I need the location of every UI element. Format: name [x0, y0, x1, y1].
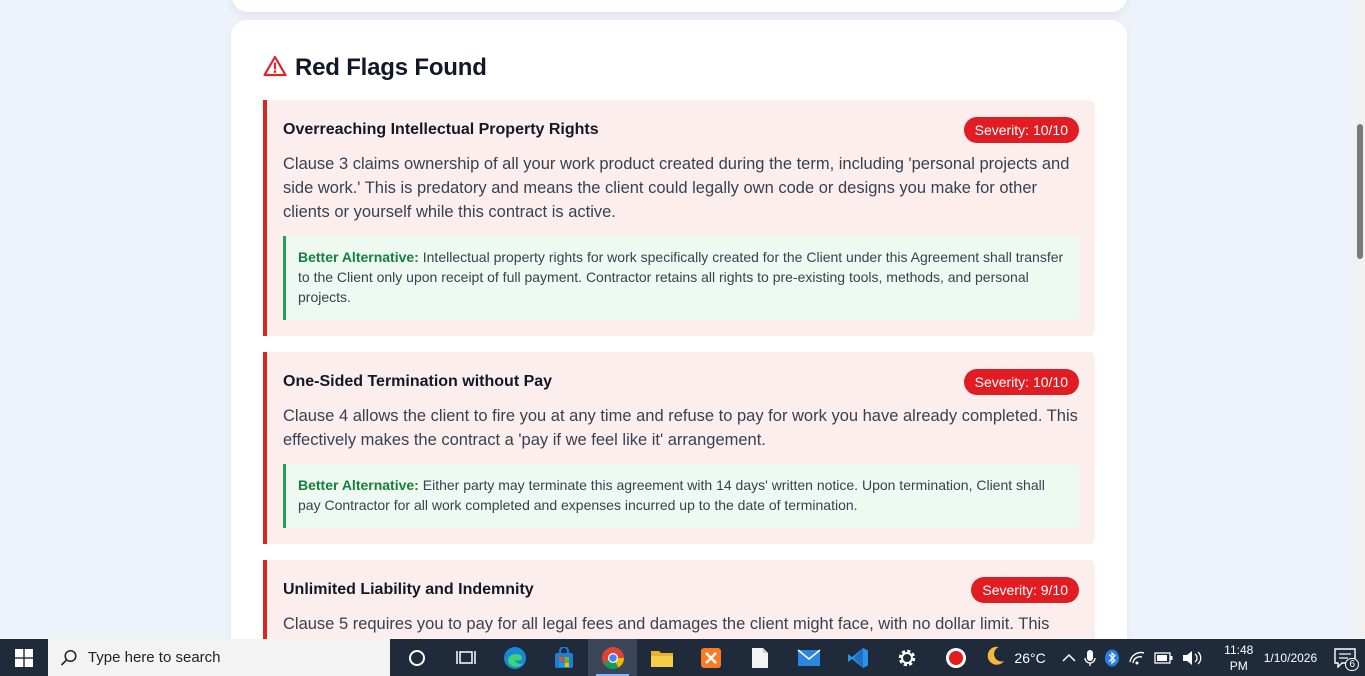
file-explorer-icon[interactable]: [637, 639, 686, 676]
flag-title: One-Sided Termination without Pay: [283, 373, 553, 390]
flag-title: Overreaching Intellectual Property Right…: [283, 121, 599, 138]
notification-count: 6: [1345, 658, 1359, 671]
better-alternative-box: Better Alternative: Either party may ter…: [283, 464, 1079, 528]
search-placeholder: Type here to search: [87, 649, 221, 666]
vertical-scrollbar[interactable]: [1355, 0, 1365, 639]
recorder-icon[interactable]: [931, 639, 980, 676]
weather-temperature: 26°C: [1014, 649, 1046, 666]
notification-center-button[interactable]: 6: [1325, 639, 1365, 676]
xampp-icon[interactable]: [686, 639, 735, 676]
browser-viewport: Red Flags Found Overreaching Intellectua…: [0, 0, 1355, 639]
flag-description: Clause 4 allows the client to fire you a…: [283, 407, 1078, 449]
moon-icon: [984, 645, 1006, 670]
red-flag-item: Unlimited Liability and Indemnity Severi…: [263, 560, 1095, 639]
taskbar-search[interactable]: Type here to search: [47, 639, 391, 676]
mail-icon[interactable]: [784, 639, 833, 676]
better-alternative-label: Better Alternative:: [298, 249, 419, 265]
chevron-up-icon[interactable]: [1058, 639, 1080, 676]
volume-icon[interactable]: [1178, 639, 1206, 676]
better-alternative-label: Better Alternative:: [298, 477, 419, 493]
previous-card: [232, 0, 1127, 12]
section-header: Red Flags Found: [263, 53, 487, 83]
warning-triangle-icon: [263, 55, 287, 82]
severity-badge: Severity: 9/10: [971, 577, 1079, 603]
severity-badge: Severity: 10/10: [963, 369, 1079, 395]
system-tray: 26°C 11:48 PM 1/10/2026 6: [980, 639, 1365, 676]
settings-icon[interactable]: [882, 639, 931, 676]
red-flag-item: Overreaching Intellectual Property Right…: [263, 100, 1095, 336]
search-icon: [60, 649, 77, 666]
red-flags-card: Red Flags Found Overreaching Intellectua…: [231, 20, 1127, 639]
network-icon[interactable]: [1124, 639, 1150, 676]
red-flag-item: One-Sided Termination without Pay Severi…: [263, 352, 1095, 544]
flag-description: Clause 5 requires you to pay for all leg…: [283, 615, 1050, 633]
clock[interactable]: 11:48 PM 1/10/2026: [1206, 639, 1325, 676]
microphone-icon[interactable]: [1080, 639, 1100, 676]
vscode-icon[interactable]: [833, 639, 882, 676]
taskbar: Type here to search 26°C 11:48 PM 1/10/2…: [0, 639, 1365, 676]
clock-date: 1/10/2026: [1263, 650, 1318, 665]
clock-time: 11:48 PM: [1224, 642, 1254, 673]
scrollbar-thumb[interactable]: [1357, 124, 1363, 259]
task-view-icon[interactable]: [441, 639, 490, 676]
start-button[interactable]: [0, 639, 48, 676]
store-icon[interactable]: [539, 639, 588, 676]
flag-description: Clause 3 claims ownership of all your wo…: [283, 155, 1070, 221]
battery-icon[interactable]: [1150, 639, 1178, 676]
notepad-icon[interactable]: [735, 639, 784, 676]
edge-icon[interactable]: [490, 639, 539, 676]
windows-logo-icon: [14, 648, 33, 667]
flag-title: Unlimited Liability and Indemnity: [283, 581, 534, 598]
bluetooth-icon[interactable]: [1100, 639, 1124, 676]
better-alternative-box: Better Alternative: Intellectual propert…: [283, 236, 1079, 320]
severity-badge: Severity: 10/10: [963, 117, 1079, 143]
weather-widget[interactable]: 26°C: [980, 639, 1057, 676]
chrome-icon[interactable]: [588, 639, 638, 676]
section-title: Red Flags Found: [295, 54, 487, 81]
cortana-icon[interactable]: [392, 639, 441, 676]
